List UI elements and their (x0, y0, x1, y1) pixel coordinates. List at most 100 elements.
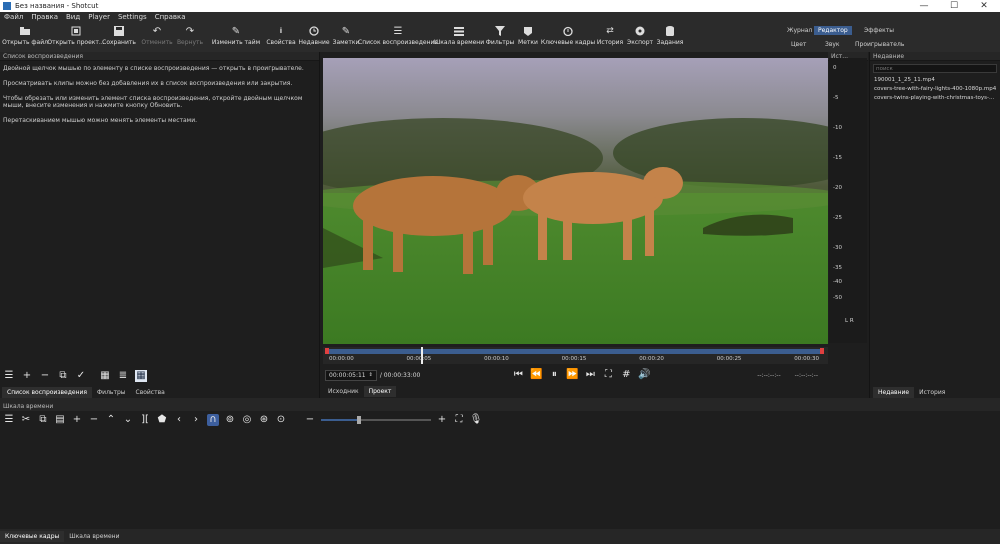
view-list-icon[interactable]: ≣ (117, 370, 129, 382)
tab-project[interactable]: Проект (363, 386, 397, 397)
menu-icon[interactable]: ☰ (3, 414, 15, 426)
out-marker[interactable] (820, 348, 824, 354)
jobs-button[interactable]: Задания (656, 23, 684, 52)
fast-forward-icon[interactable]: ⏩ (566, 369, 578, 381)
rewind-icon[interactable]: ⏪ (530, 369, 542, 381)
marker-icon[interactable]: ⬟ (156, 414, 168, 426)
layout-color[interactable]: Цвет (787, 40, 810, 49)
maximize-button[interactable]: ☐ (939, 0, 969, 12)
info-icon: i (279, 27, 283, 35)
filters-button[interactable]: Фильтры (486, 23, 514, 52)
tab-properties[interactable]: Свойства (131, 387, 170, 398)
view-grid-icon[interactable]: ▦ (135, 370, 147, 382)
history-icon: ⇄ (606, 26, 614, 36)
tab-recent[interactable]: Недавние (873, 387, 915, 398)
tab-filters[interactable]: Фильтры (92, 387, 130, 398)
record-audio-icon[interactable]: 🎙 (470, 414, 483, 426)
skip-to-start-icon[interactable]: ⏮ (512, 369, 524, 381)
lift-icon[interactable]: ⌃ (105, 414, 117, 426)
ripple-icon[interactable]: ◎ (241, 414, 253, 426)
playlist-help-line: Чтобы обрезать или изменить элемент спис… (3, 95, 303, 109)
scrub-icon[interactable]: ⊚ (224, 414, 236, 426)
minimize-button[interactable]: — (909, 0, 939, 12)
recent-button[interactable]: Недавние (298, 23, 330, 52)
snap-icon[interactable]: ∩ (207, 414, 219, 426)
in-marker[interactable] (325, 348, 329, 354)
volume-icon[interactable]: 🔊 (638, 369, 650, 381)
grid-icon[interactable]: # (620, 369, 632, 381)
view-details-icon[interactable]: ▦ (99, 370, 111, 382)
skip-to-end-icon[interactable]: ⏭ (584, 369, 596, 381)
zoom-fit-icon[interactable]: ⛶ (602, 369, 614, 381)
redo-button[interactable]: ↷ Вернуть (175, 23, 205, 52)
menu-file[interactable]: Файл (0, 12, 27, 23)
zoom-fit-icon[interactable]: ⛶ (453, 414, 465, 426)
tab-timeline[interactable]: Шкала времени (64, 531, 124, 542)
ruler-label: 00:00:05 (406, 356, 432, 362)
menu-icon[interactable]: ☰ (3, 370, 15, 382)
playlist-header: Список воспроизведения (0, 52, 319, 61)
audio-meter: 0 -5 -10 -15 -20 -25 -30 -35 -40 -50 L R (829, 58, 867, 343)
ripple-all-icon[interactable]: ⊛ (258, 414, 270, 426)
recent-search-input[interactable] (873, 64, 997, 73)
previous-marker-icon[interactable]: ‹ (173, 414, 185, 426)
close-window-button[interactable]: ✕ (969, 0, 999, 12)
pause-icon[interactable]: ⏸ (548, 369, 560, 381)
layout-editor[interactable]: Редактор (814, 26, 852, 35)
add-icon[interactable]: + (21, 370, 33, 382)
zoom-out-icon[interactable]: − (304, 414, 316, 426)
properties-button[interactable]: i Свойства (266, 23, 296, 52)
video-preview[interactable] (323, 58, 828, 344)
menu-view[interactable]: Вид (62, 12, 84, 23)
playlist-button[interactable]: ☰ Список воспроизведения (358, 23, 438, 52)
timeline-tracks[interactable] (0, 429, 1000, 529)
recent-item[interactable]: covers-tree-with-fairy-lights-400-1080p.… (874, 85, 998, 94)
menu-player[interactable]: Player (84, 12, 114, 23)
layout-audio[interactable]: Звук (821, 40, 844, 49)
undo-button[interactable]: ↶ Отменить (141, 23, 173, 52)
ripple-markers-icon[interactable]: ⊙ (275, 414, 287, 426)
recent-item[interactable]: covers-twins-playing-with-christmas-toys… (874, 94, 998, 103)
open-file-button[interactable]: Открыть файл (2, 23, 48, 52)
history-button[interactable]: ⇄ История (597, 23, 623, 52)
save-button[interactable]: Сохранить (102, 23, 136, 52)
timeline-header: Шкала времени (0, 403, 1000, 411)
export-button[interactable]: Экспорт (627, 23, 653, 52)
layout-effects[interactable]: Эффекты (860, 26, 898, 35)
recent-item[interactable]: 190001_1_25_11.mp4 (874, 76, 998, 85)
cut-icon[interactable]: ✂ (20, 414, 32, 426)
menu-edit[interactable]: Правка (27, 12, 62, 23)
overwrite-icon[interactable]: ⌄ (122, 414, 134, 426)
tab-source[interactable]: Исходник (323, 386, 364, 397)
append-icon[interactable]: + (71, 414, 83, 426)
timeline-button[interactable]: Шкала времени (434, 23, 484, 52)
keyframes-button[interactable]: Ключевые кадры (541, 23, 595, 52)
update-icon[interactable]: ⧉ (57, 370, 69, 382)
menu-settings[interactable]: Settings (114, 12, 151, 23)
notes-button[interactable]: ✎ Заметки (333, 23, 360, 52)
position-timecode[interactable]: 00:00:05:11 ⇕ (325, 369, 377, 381)
layout-log[interactable]: Журнал (783, 26, 816, 35)
player-scrubber[interactable]: 00:00:00 00:00:05 00:00:10 00:00:15 00:0… (323, 347, 828, 364)
next-marker-icon[interactable]: › (190, 414, 202, 426)
edit-timecode-button[interactable]: ✎ Изменить тайм (210, 23, 262, 52)
playlist-toolbar: ☰ + − ⧉ ✓ ▦ ≣ ▦ (3, 370, 147, 382)
scrub-bar[interactable] (327, 349, 821, 354)
paste-icon[interactable]: ▤ (54, 414, 66, 426)
markers-button[interactable]: Метки (517, 23, 539, 52)
open-project-button[interactable]: Открыть проект... (47, 23, 105, 52)
tab-history[interactable]: История (914, 387, 950, 398)
tab-playlist[interactable]: Список воспроизведения (2, 387, 93, 398)
layout-player[interactable]: Проигрыватель (851, 40, 908, 49)
out-point-label: --:--:--:-- (794, 371, 818, 379)
zoom-in-icon[interactable]: + (436, 414, 448, 426)
remove-icon[interactable]: − (39, 370, 51, 382)
menu-help[interactable]: Справка (151, 12, 190, 23)
spinner-icon[interactable]: ⇕ (369, 372, 373, 378)
tab-keyframes[interactable]: Ключевые кадры (0, 531, 65, 542)
copy-icon[interactable]: ⧉ (37, 414, 49, 426)
zoom-slider[interactable] (321, 416, 431, 424)
check-icon[interactable]: ✓ (75, 370, 87, 382)
split-icon[interactable]: ][ (139, 414, 151, 426)
ripple-delete-icon[interactable]: − (88, 414, 100, 426)
